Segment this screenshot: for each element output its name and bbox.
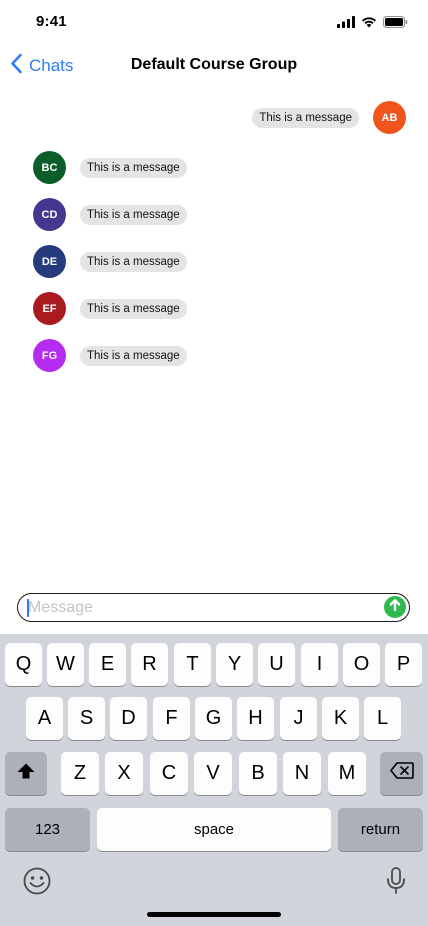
space-key[interactable]: space xyxy=(97,808,331,851)
avatar[interactable]: AB xyxy=(373,101,406,134)
key-z[interactable]: Z xyxy=(61,752,99,795)
key-c[interactable]: C xyxy=(150,752,188,795)
key-n[interactable]: N xyxy=(283,752,321,795)
key-j[interactable]: J xyxy=(280,697,317,740)
arrow-up-circle-icon xyxy=(388,598,402,617)
emoji-icon xyxy=(22,867,52,900)
key-s[interactable]: S xyxy=(68,697,105,740)
avatar[interactable]: BC xyxy=(33,151,66,184)
avatar[interactable]: FG xyxy=(33,339,66,372)
shift-icon xyxy=(16,762,36,786)
key-l[interactable]: L xyxy=(364,697,401,740)
message-list: This is a message AB BC This is a messag… xyxy=(0,86,428,586)
delete-key[interactable] xyxy=(380,752,423,795)
message-bubble[interactable]: This is a message xyxy=(80,251,187,272)
message-input[interactable] xyxy=(28,597,368,618)
chat-title: Default Course Group xyxy=(130,56,298,73)
key-o[interactable]: O xyxy=(343,643,380,686)
message-bubble[interactable]: This is a message xyxy=(252,107,359,128)
key-t[interactable]: T xyxy=(174,643,211,686)
key-w[interactable]: W xyxy=(47,643,84,686)
key-x[interactable]: X xyxy=(105,752,143,795)
wifi-icon xyxy=(361,15,377,33)
dictation-button[interactable] xyxy=(384,866,410,898)
key-h[interactable]: H xyxy=(237,697,274,740)
avatar[interactable]: EF xyxy=(33,292,66,325)
key-i[interactable]: I xyxy=(301,643,338,686)
message-composer xyxy=(17,593,410,622)
key-m[interactable]: M xyxy=(328,752,366,795)
keyboard-row-1: Q W E R T Y U I O P xyxy=(0,643,428,686)
key-y[interactable]: Y xyxy=(216,643,253,686)
message-row: EF This is a message xyxy=(33,292,187,325)
message-row: CD This is a message xyxy=(33,198,187,231)
key-v[interactable]: V xyxy=(194,752,232,795)
key-a[interactable]: A xyxy=(26,697,63,740)
key-d[interactable]: D xyxy=(110,697,147,740)
key-k[interactable]: K xyxy=(322,697,359,740)
message-row: This is a message AB xyxy=(252,101,406,134)
message-row: DE This is a message xyxy=(33,245,187,278)
message-bubble[interactable]: This is a message xyxy=(80,298,187,319)
text-cursor xyxy=(27,599,29,617)
message-bubble[interactable]: This is a message xyxy=(80,204,187,225)
emoji-button[interactable] xyxy=(22,866,54,898)
microphone-icon xyxy=(384,867,408,900)
key-f[interactable]: F xyxy=(153,697,190,740)
backspace-icon xyxy=(389,762,414,785)
keyboard-row-3: Z X C V B N M xyxy=(0,752,428,795)
message-bubble[interactable]: This is a message xyxy=(80,345,187,366)
key-r[interactable]: R xyxy=(131,643,168,686)
key-u[interactable]: U xyxy=(258,643,295,686)
status-bar: 9:41 xyxy=(0,0,428,46)
message-bubble[interactable]: This is a message xyxy=(80,157,187,178)
key-b[interactable]: B xyxy=(239,752,277,795)
nav-bar: Chats Default Course Group xyxy=(0,46,428,86)
keyboard: Q W E R T Y U I O P A S D F G H J K L Z … xyxy=(0,634,428,926)
keyboard-row-4: 123 space return xyxy=(0,808,428,851)
shift-key[interactable] xyxy=(5,752,47,795)
cellular-signal-icon xyxy=(337,15,355,33)
status-time: 9:41 xyxy=(36,13,67,30)
key-p[interactable]: P xyxy=(385,643,422,686)
avatar[interactable]: CD xyxy=(33,198,66,231)
key-q[interactable]: Q xyxy=(5,643,42,686)
battery-icon xyxy=(383,15,408,33)
status-icons xyxy=(337,15,408,33)
key-g[interactable]: G xyxy=(195,697,232,740)
return-key[interactable]: return xyxy=(338,808,423,851)
send-button[interactable] xyxy=(384,596,406,618)
message-row: FG This is a message xyxy=(33,339,187,372)
numbers-key[interactable]: 123 xyxy=(5,808,90,851)
home-indicator xyxy=(147,912,281,917)
avatar[interactable]: DE xyxy=(33,245,66,278)
keyboard-row-2: A S D F G H J K L xyxy=(0,697,428,740)
message-row: BC This is a message xyxy=(33,151,187,184)
key-e[interactable]: E xyxy=(89,643,126,686)
